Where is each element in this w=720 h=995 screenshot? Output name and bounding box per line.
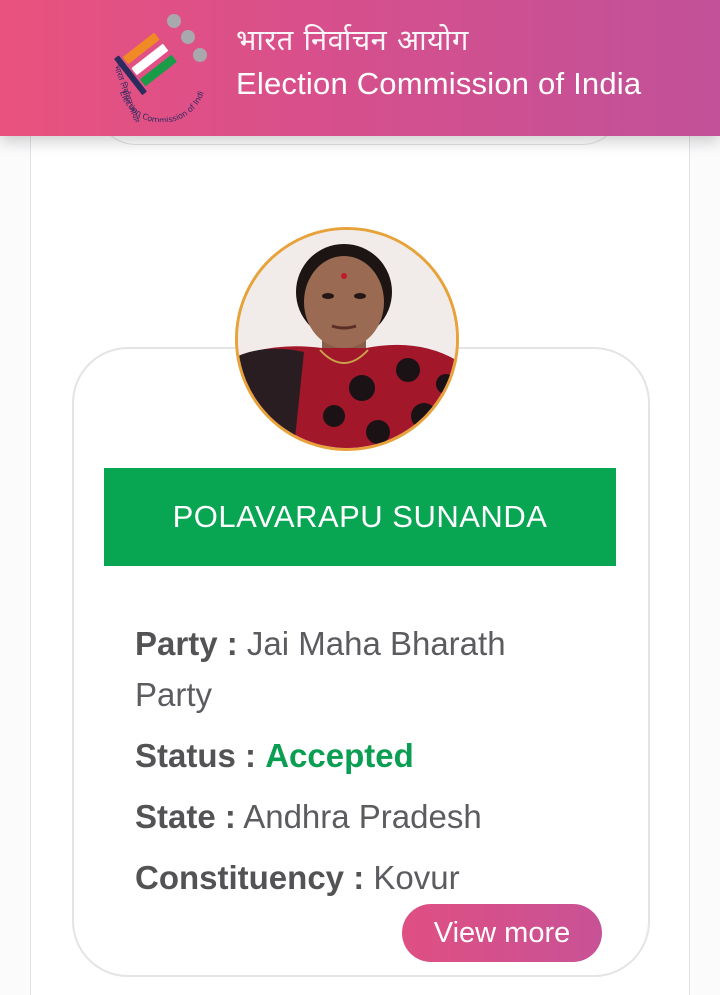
constituency-row: Constituency : Kovur	[135, 852, 575, 903]
status-label: Status :	[135, 737, 257, 774]
header-title-english: Election Commission of India	[236, 66, 642, 101]
state-value: Andhra Pradesh	[243, 798, 482, 835]
page: Election Commission of India भारत निर्वा…	[0, 0, 720, 995]
candidate-name-bar: POLAVARAPU SUNANDA	[104, 468, 616, 566]
state-row: State : Andhra Pradesh	[135, 791, 575, 842]
candidate-photo	[235, 227, 459, 451]
candidate-details: Party : Jai Maha Bharath Party Status : …	[135, 618, 575, 913]
constituency-value: Kovur	[373, 859, 460, 896]
constituency-label: Constituency :	[135, 859, 365, 896]
status-badge: Accepted	[265, 737, 414, 774]
eci-logo[interactable]: Election Commission of India भारत निर्वा…	[104, 12, 220, 122]
candidate-name: POLAVARAPU SUNANDA	[172, 499, 548, 534]
status-row: Status : Accepted	[135, 730, 575, 781]
candidate-photo-image	[238, 230, 456, 448]
app-header: Election Commission of India भारत निर्वा…	[0, 0, 720, 136]
header-title-hindi: भारत निर्वाचन आयोग	[236, 23, 469, 57]
party-label: Party :	[135, 625, 238, 662]
view-more-button[interactable]: View more	[402, 904, 602, 962]
header-title-block: भारत निर्वाचन आयोग Election Commission o…	[236, 22, 641, 104]
party-row: Party : Jai Maha Bharath Party	[135, 618, 575, 720]
state-label: State :	[135, 798, 236, 835]
